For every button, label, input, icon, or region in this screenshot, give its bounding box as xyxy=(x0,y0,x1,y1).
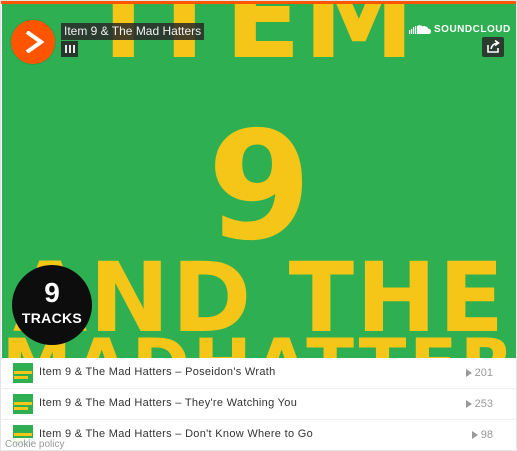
play-button[interactable] xyxy=(11,20,55,64)
soundcloud-logo-icon xyxy=(409,24,431,34)
play-count-icon xyxy=(465,369,472,377)
play-count-icon xyxy=(471,431,478,439)
track-list: Item 9 & The Mad Hatters – Poseidon's Wr… xyxy=(2,358,516,450)
track-play-count: 253 xyxy=(465,398,493,410)
track-title: Item 9 & The Mad Hatters – Poseidon's Wr… xyxy=(39,366,276,378)
share-button[interactable] xyxy=(482,37,504,57)
brand-bar xyxy=(1,1,516,4)
track-count-badge: 9 TRACKS xyxy=(12,265,92,345)
play-icon xyxy=(25,31,44,53)
track-row[interactable]: Item 9 & The Mad Hatters – Don't Know Wh… xyxy=(2,420,516,450)
share-icon xyxy=(487,39,500,53)
track-count-label: TRACKS xyxy=(21,310,83,326)
playlist-title[interactable]: Item 9 & The Mad Hatters xyxy=(61,23,205,40)
track-title: Item 9 & The Mad Hatters – They're Watch… xyxy=(39,397,298,409)
artwork-text-line1: ITEM xyxy=(102,4,417,84)
menu-icon-bar xyxy=(73,45,75,53)
play-count-value: 201 xyxy=(474,367,493,379)
track-play-count: 201 xyxy=(465,367,493,379)
play-count-value: 253 xyxy=(474,398,493,410)
track-count-number: 9 xyxy=(44,277,60,308)
soundcloud-widget: ITEM 9 AND THE MADHATTERS Item 9 & The M… xyxy=(0,0,517,451)
track-row[interactable]: Item 9 & The Mad Hatters – Poseidon's Wr… xyxy=(2,358,516,389)
track-title: Item 9 & The Mad Hatters – Don't Know Wh… xyxy=(39,428,313,440)
menu-icon-bar xyxy=(69,45,71,53)
soundcloud-logo[interactable]: SOUNDCLOUD xyxy=(409,22,511,36)
track-thumbnail xyxy=(13,394,33,414)
play-count-value: 98 xyxy=(480,429,493,441)
track-play-count: 98 xyxy=(471,429,493,441)
menu-button[interactable] xyxy=(61,41,78,57)
play-count-icon xyxy=(465,400,472,408)
track-row[interactable]: Item 9 & The Mad Hatters – They're Watch… xyxy=(2,389,516,420)
soundcloud-label: SOUNDCLOUD xyxy=(434,23,511,35)
track-thumbnail xyxy=(13,363,33,383)
menu-icon xyxy=(65,45,67,53)
cookie-policy-link[interactable]: Cookie policy xyxy=(2,438,68,450)
